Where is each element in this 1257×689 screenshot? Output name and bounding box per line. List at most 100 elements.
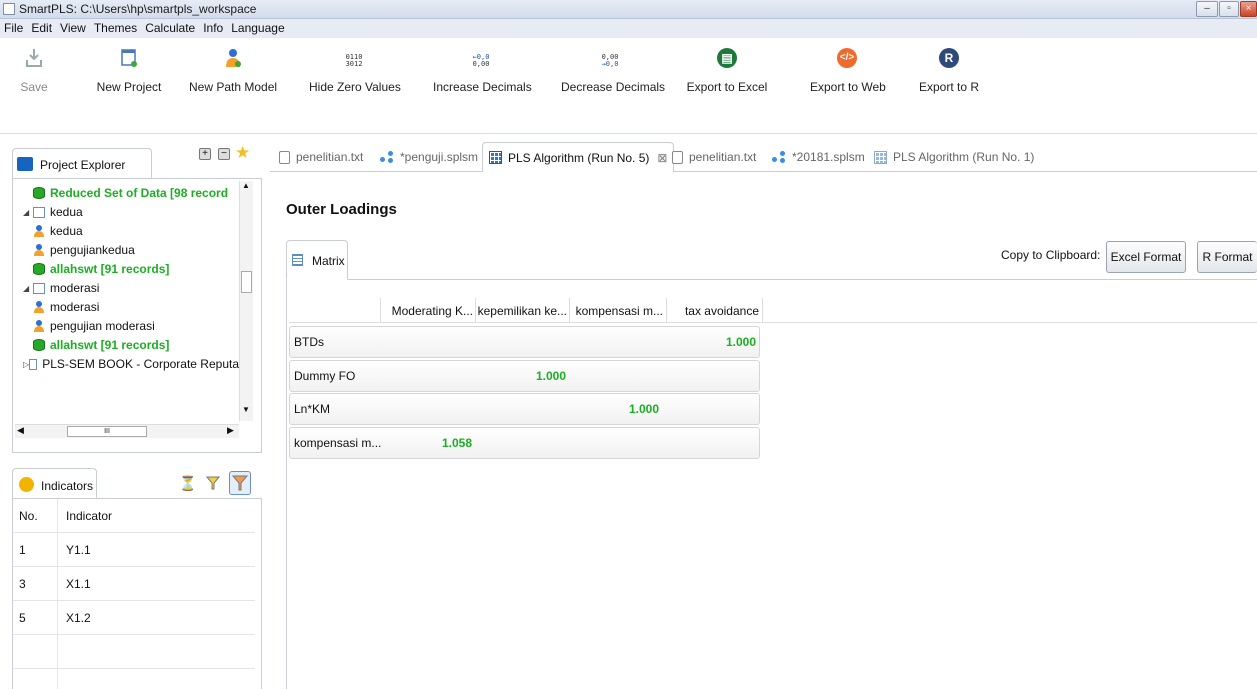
minimize-button[interactable]: – <box>1196 1 1218 17</box>
row-label: Ln*KM <box>294 402 331 416</box>
increase-decimals-icon: ←0,0 0,00 <box>472 53 490 68</box>
menu-info[interactable]: Info <box>199 19 227 35</box>
column-header[interactable]: tax avoidance <box>666 295 759 327</box>
report-icon <box>874 150 887 164</box>
document-icon <box>279 150 290 164</box>
new-path-model-button[interactable]: New Path Model <box>189 46 277 94</box>
export-web-button[interactable]: </> Export to Web <box>810 46 886 94</box>
filter-active-icon[interactable] <box>229 471 251 495</box>
new-project-icon <box>94 46 164 68</box>
table-row[interactable]: 5 X1.2 <box>13 601 255 635</box>
horizontal-scrollbar[interactable]: ◀ III ▶ <box>15 424 239 438</box>
report-icon <box>489 151 502 164</box>
window-title: SmartPLS: C:\Users\hp\smartpls_workspace <box>19 2 257 16</box>
toolbar: Save New Project New Path Model 0110 3012… <box>0 38 1257 134</box>
tab-matrix[interactable]: Matrix <box>286 240 348 280</box>
row-label: BTDs <box>294 335 324 349</box>
save-icon <box>14 46 54 68</box>
export-r-button[interactable]: R Export to R <box>918 46 980 94</box>
project-folder-icon <box>29 358 38 370</box>
increase-decimals-button[interactable]: ←0,0 0,00 Increase Decimals <box>433 46 532 95</box>
tab-pls-algorithm-run-5[interactable]: PLS Algorithm (Run No. 5) ⊠ <box>482 142 675 172</box>
table-row[interactable]: 1 Y1.1 <box>13 533 255 567</box>
expand-all-icon[interactable]: + <box>199 148 211 160</box>
close-button[interactable]: × <box>1240 1 1257 17</box>
scroll-thumb-h[interactable]: III <box>67 426 147 437</box>
new-project-button[interactable]: New Project <box>94 46 164 94</box>
tree-item-pls-sem-book[interactable]: ▷ PLS-SEM BOOK - Corporate Reputati <box>23 355 245 373</box>
tab-penelitian-txt-2[interactable]: penelitian.txt <box>672 142 756 172</box>
project-folder-icon <box>33 282 45 294</box>
tree-item-allahswt-2[interactable]: allahswt [91 records] <box>33 336 169 354</box>
tree-item-reduced-set[interactable]: Reduced Set of Data [98 record <box>33 184 228 202</box>
expand-arrow-icon[interactable]: ◢ <box>23 208 33 217</box>
page-title: Outer Loadings <box>286 201 397 218</box>
scroll-thumb[interactable] <box>241 271 252 293</box>
menu-bar: File Edit View Themes Calculate Info Language <box>0 19 1257 38</box>
table-row-empty <box>13 669 255 689</box>
indicators-icon <box>19 477 34 492</box>
project-explorer-tab[interactable]: Project Explorer <box>12 148 152 178</box>
tree-item-pengujiankedua[interactable]: pengujiankedua <box>33 241 135 259</box>
column-header[interactable]: Moderating K... <box>380 295 473 327</box>
path-model-icon <box>33 225 45 237</box>
model-icon <box>772 151 786 163</box>
menu-calculate[interactable]: Calculate <box>141 19 199 35</box>
tree-item-moderasi-model[interactable]: moderasi <box>33 298 99 316</box>
filter-icon[interactable]: ⏳ <box>179 475 196 492</box>
menu-language[interactable]: Language <box>227 19 288 35</box>
tab-pls-algorithm-run-1[interactable]: PLS Algorithm (Run No. 1) <box>874 142 1034 172</box>
menu-view[interactable]: View <box>56 19 90 35</box>
path-model-icon <box>189 46 277 68</box>
table-row[interactable] <box>289 393 760 425</box>
tree-item-moderasi[interactable]: ◢ moderasi <box>23 279 99 297</box>
scroll-down-icon[interactable]: ▼ <box>242 405 250 414</box>
tree-item-kedua[interactable]: ◢ kedua <box>23 203 83 221</box>
r-format-button[interactable]: R Format <box>1197 241 1257 273</box>
scroll-up-icon[interactable]: ▲ <box>242 181 250 190</box>
indicators-panel: No. Indicator 1 Y1.1 3 X1.1 5 X1.2 <box>12 498 262 689</box>
excel-icon: ▤ <box>684 46 770 68</box>
database-icon <box>33 187 45 199</box>
table-row-empty <box>13 635 255 669</box>
indicators-header: No. Indicator <box>13 499 255 533</box>
tab-20181-splsm[interactable]: *20181.splsm <box>772 142 865 172</box>
menu-edit[interactable]: Edit <box>27 19 56 35</box>
expand-arrow-icon[interactable]: ◢ <box>23 284 33 293</box>
vertical-scrollbar[interactable]: ▲ ▼ <box>239 181 253 421</box>
path-model-icon <box>33 244 45 256</box>
save-button[interactable]: Save <box>14 46 54 94</box>
database-icon <box>33 263 45 275</box>
tab-penguji-splsm[interactable]: *penguji.splsm <box>380 142 478 172</box>
scroll-right-icon[interactable]: ▶ <box>227 425 234 436</box>
column-header[interactable]: kompensasi m... <box>569 295 663 327</box>
loading-value: 1.000 <box>535 369 566 383</box>
export-excel-button[interactable]: ▤ Export to Excel <box>684 46 770 94</box>
matrix-icon <box>292 254 303 266</box>
project-explorer-panel: Reduced Set of Data [98 record ◢ kedua ke… <box>12 178 262 453</box>
collapse-all-icon[interactable]: − <box>218 148 230 160</box>
tree-item-allahswt[interactable]: allahswt [91 records] <box>33 260 169 278</box>
menu-themes[interactable]: Themes <box>90 19 141 35</box>
maximize-button[interactable]: ▫ <box>1219 1 1239 17</box>
tree-item-pengujian-moderasi[interactable]: pengujian moderasi <box>33 317 155 335</box>
scroll-left-icon[interactable]: ◀ <box>17 425 24 436</box>
table-row[interactable]: 3 X1.1 <box>13 567 255 601</box>
tree-item-kedua-model[interactable]: kedua <box>33 222 83 240</box>
indicators-tab[interactable]: Indicators <box>12 468 97 498</box>
tab-close-icon[interactable]: ⊠ <box>657 151 667 165</box>
column-header[interactable]: kepemilikan ke... <box>475 295 567 327</box>
tab-penelitian-txt[interactable]: penelitian.txt <box>279 142 363 172</box>
hide-zero-values-button[interactable]: 0110 3012 Hide Zero Values <box>309 46 401 95</box>
folder-icon <box>17 157 33 171</box>
star-icon[interactable]: ★ <box>235 143 250 163</box>
filter-yellow-icon[interactable] <box>205 475 221 491</box>
excel-format-button[interactable]: Excel Format <box>1106 241 1186 273</box>
decrease-decimals-button[interactable]: 0,00 →0,0 Decrease Decimals <box>561 46 665 95</box>
menu-file[interactable]: File <box>0 19 27 35</box>
web-icon: </> <box>810 46 884 68</box>
document-icon <box>672 150 683 164</box>
database-icon <box>33 339 45 351</box>
path-model-icon <box>33 301 45 313</box>
loading-value: 1.058 <box>441 436 472 450</box>
